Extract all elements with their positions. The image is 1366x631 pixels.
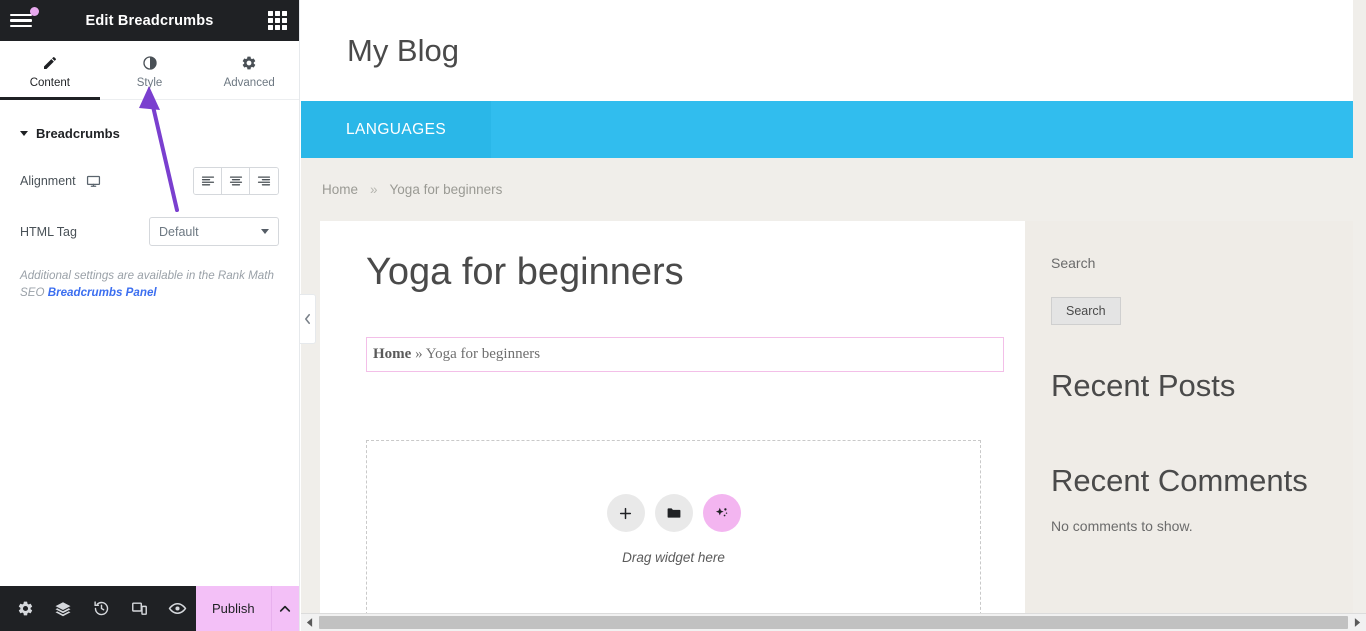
- breadcrumb-home[interactable]: Home: [322, 182, 358, 197]
- publish-options-button[interactable]: [270, 586, 299, 631]
- site-nav: LANGUAGES: [301, 101, 1353, 158]
- content-sidebar: Search Search Recent Posts Recent Commen…: [1025, 221, 1353, 631]
- tab-advanced-label: Advanced: [223, 77, 275, 89]
- control-alignment: Alignment: [0, 167, 299, 195]
- sidebar-search-label: Search: [1051, 255, 1096, 271]
- additional-settings-note: Additional settings are available in the…: [0, 268, 299, 302]
- html-tag-value: Default: [159, 224, 199, 239]
- panel-tabs: Content Style Advanced: [0, 41, 299, 100]
- content-card: Yoga for beginners Home » Yoga for begin…: [320, 221, 1353, 631]
- gear-icon[interactable]: [6, 586, 44, 631]
- plus-icon[interactable]: [606, 494, 645, 533]
- panel-footer: Publish: [0, 586, 299, 631]
- html-tag-label: HTML Tag: [20, 224, 77, 239]
- caret-down-icon: [20, 131, 28, 136]
- horizontal-scrollbar[interactable]: [301, 613, 1366, 631]
- tab-style-label: Style: [136, 77, 163, 89]
- gear-icon: [241, 55, 257, 71]
- dropzone-label: Drag widget here: [622, 550, 725, 566]
- widget-crumb-home: Home: [373, 345, 412, 362]
- contrast-circle-icon: [142, 55, 158, 71]
- breadcrumbs-panel-link[interactable]: Breadcrumbs Panel: [48, 286, 157, 299]
- elementor-editor: Edit Breadcrumbs Content Style Advanced …: [0, 0, 1366, 631]
- align-center-button[interactable]: [222, 168, 250, 194]
- site-wrapper: My Blog LANGUAGES Home » Yoga for beginn…: [301, 0, 1353, 631]
- tab-style[interactable]: Style: [100, 41, 200, 99]
- breadcrumb-current: Yoga for beginners: [389, 182, 503, 197]
- scroll-right-arrow-icon[interactable]: [1349, 614, 1366, 631]
- publish-button[interactable]: Publish: [196, 586, 271, 631]
- tab-content-label: Content: [29, 77, 70, 89]
- editor-panel: Edit Breadcrumbs Content Style Advanced …: [0, 0, 300, 631]
- history-icon[interactable]: [82, 586, 120, 631]
- site-title: My Blog: [347, 32, 459, 68]
- widget-crumb-separator: »: [415, 345, 423, 362]
- sidebar-search-button[interactable]: Search: [1051, 297, 1121, 325]
- panel-title: Edit Breadcrumbs: [85, 12, 214, 29]
- sidebar-no-comments-text: No comments to show.: [1051, 518, 1193, 535]
- ai-sparkle-icon[interactable]: [702, 494, 741, 533]
- dropzone-buttons: [606, 494, 741, 533]
- control-html-tag: HTML Tag Default: [0, 217, 299, 246]
- horizontal-scrollbar-thumb[interactable]: [319, 616, 1348, 629]
- folder-icon[interactable]: [654, 494, 693, 533]
- preview-canvas: My Blog LANGUAGES Home » Yoga for beginn…: [301, 0, 1366, 631]
- content-main-column: Yoga for beginners Home » Yoga for begin…: [320, 221, 1025, 631]
- widget-crumb-current: Yoga for beginners: [425, 345, 541, 362]
- site-header: My Blog: [301, 0, 1353, 101]
- preview-eye-icon[interactable]: [158, 586, 196, 631]
- scroll-left-arrow-icon[interactable]: [301, 614, 318, 631]
- panel-body: Breadcrumbs Alignment HTML Tag Default A…: [0, 100, 299, 586]
- pencil-icon: [42, 55, 58, 71]
- tab-content[interactable]: Content: [0, 41, 100, 100]
- desktop-icon[interactable]: [86, 174, 101, 189]
- section-breadcrumbs-title: Breadcrumbs: [36, 126, 120, 141]
- tab-advanced[interactable]: Advanced: [199, 41, 299, 99]
- notification-dot: [30, 6, 39, 16]
- hamburger-icon[interactable]: [10, 6, 40, 33]
- alignment-options: [193, 167, 279, 195]
- html-tag-select[interactable]: Default: [149, 217, 279, 246]
- panel-header: Edit Breadcrumbs: [0, 0, 299, 41]
- site-breadcrumbs: Home » Yoga for beginners: [301, 158, 1353, 221]
- panel-collapse-handle[interactable]: [300, 294, 316, 344]
- section-breadcrumbs-header[interactable]: Breadcrumbs: [0, 100, 299, 141]
- breadcrumbs-widget-selected[interactable]: Home » Yoga for beginners: [366, 336, 1004, 372]
- responsive-mode-icon[interactable]: [120, 586, 158, 631]
- breadcrumb-separator: »: [370, 182, 378, 197]
- sidebar-recent-comments-title: Recent Comments: [1051, 462, 1308, 498]
- align-left-button[interactable]: [194, 168, 222, 194]
- nav-item-languages[interactable]: LANGUAGES: [301, 101, 492, 158]
- nav-empty-space: [491, 101, 1353, 158]
- alignment-label: Alignment: [20, 174, 76, 188]
- post-title: Yoga for beginners: [366, 251, 684, 293]
- widget-dropzone[interactable]: Drag widget here: [366, 439, 981, 620]
- layers-icon[interactable]: [44, 586, 82, 631]
- grid-icon[interactable]: [268, 11, 287, 30]
- chevron-down-icon: [261, 229, 269, 234]
- sidebar-recent-posts-title: Recent Posts: [1051, 368, 1236, 403]
- align-right-button[interactable]: [250, 168, 278, 194]
